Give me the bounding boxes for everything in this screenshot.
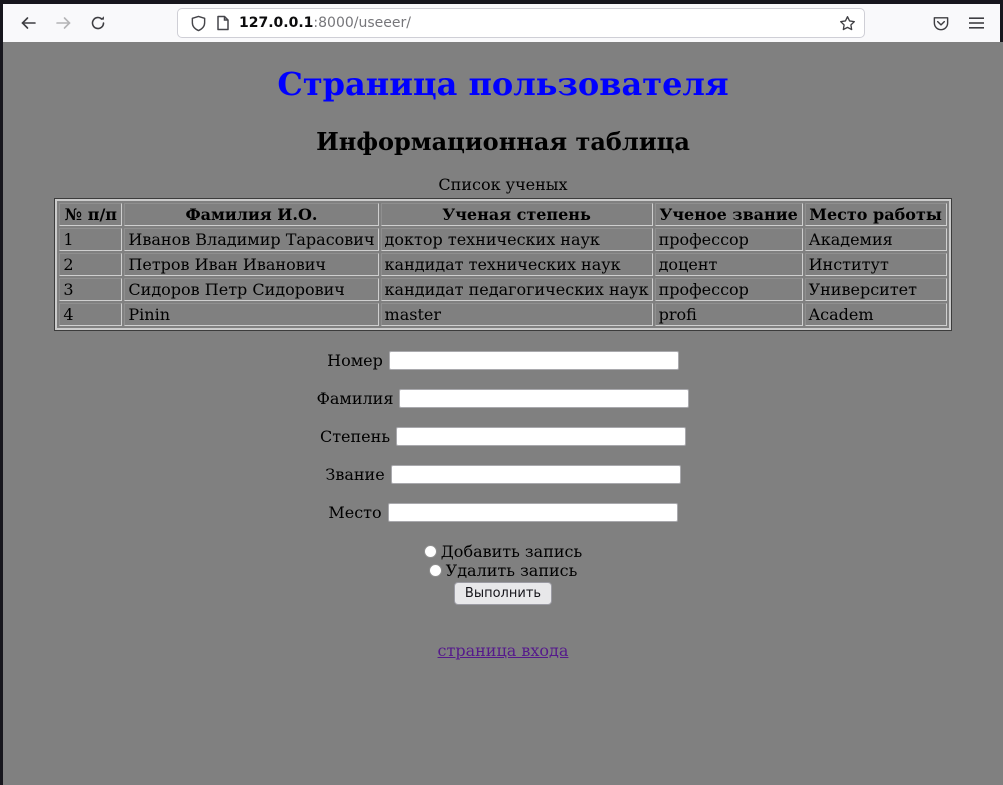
table-header-cell: Ученая степень bbox=[381, 203, 653, 226]
menu-icon[interactable] bbox=[967, 14, 985, 32]
table-cell: Университет bbox=[805, 278, 947, 301]
add-record-radio[interactable] bbox=[424, 545, 437, 558]
table-cell: 1 bbox=[59, 228, 122, 251]
rank-label: Звание bbox=[325, 465, 384, 484]
shield-icon[interactable] bbox=[190, 15, 207, 32]
scientists-table: № п/п Фамилия И.О. Ученая степень Ученое… bbox=[55, 199, 950, 330]
table-header-cell: Место работы bbox=[805, 203, 947, 226]
form-row-number: Номер bbox=[3, 351, 1003, 370]
page-subtitle: Информационная таблица bbox=[3, 128, 1003, 156]
table-caption: Список ученых bbox=[3, 175, 1003, 194]
table-cell: Academ bbox=[805, 303, 947, 326]
place-label: Место bbox=[328, 503, 381, 522]
nav-button-group bbox=[3, 14, 177, 32]
table-cell: master bbox=[381, 303, 653, 326]
url-bar[interactable]: 127.0.0.1:8000/useeer/ bbox=[177, 8, 865, 38]
table-header-cell: № п/п bbox=[59, 203, 122, 226]
table-cell: кандидат технических наук bbox=[381, 253, 653, 276]
table-cell: 4 bbox=[59, 303, 122, 326]
number-input[interactable] bbox=[389, 351, 679, 370]
table-row: 1 Иванов Владимир Тарасович доктор техни… bbox=[59, 228, 946, 251]
table-header-cell: Ученое звание bbox=[655, 203, 803, 226]
table-cell: Иванов Владимир Тарасович bbox=[124, 228, 378, 251]
record-form: Номер Фамилия Степень Звание Место Добав… bbox=[3, 351, 1003, 605]
table-cell: Сидоров Петр Сидорович bbox=[124, 278, 378, 301]
table-header-row: № п/п Фамилия И.О. Ученая степень Ученое… bbox=[59, 203, 946, 226]
surname-label: Фамилия bbox=[317, 389, 394, 408]
surname-input[interactable] bbox=[399, 389, 689, 408]
form-row-place: Место bbox=[3, 503, 1003, 522]
table-cell: Академия bbox=[805, 228, 947, 251]
form-row-degree: Степень bbox=[3, 427, 1003, 446]
radio-row-add: Добавить запись bbox=[3, 542, 1003, 561]
url-domain: 127.0.0.1 bbox=[239, 15, 313, 31]
table-row: 2 Петров Иван Иванович кандидат техничес… bbox=[59, 253, 946, 276]
table-cell: доктор технических наук bbox=[381, 228, 653, 251]
rank-input[interactable] bbox=[391, 465, 681, 484]
url-text: 127.0.0.1:8000/useeer/ bbox=[239, 15, 829, 31]
page-info-icon[interactable] bbox=[216, 15, 230, 31]
back-icon[interactable] bbox=[19, 14, 37, 32]
table-cell: доцент bbox=[655, 253, 803, 276]
table-cell: 2 bbox=[59, 253, 122, 276]
scientists-table-wrapper: № п/п Фамилия И.О. Ученая степень Ученое… bbox=[54, 198, 951, 331]
place-input[interactable] bbox=[388, 503, 678, 522]
table-header-cell: Фамилия И.О. bbox=[124, 203, 378, 226]
page-content: Страница пользователя Информационная таб… bbox=[3, 42, 1003, 785]
table-cell: Институт bbox=[805, 253, 947, 276]
delete-record-label: Удалить запись bbox=[446, 561, 578, 580]
table-cell: Петров Иван Иванович bbox=[124, 253, 378, 276]
form-row-rank: Звание bbox=[3, 465, 1003, 484]
degree-input[interactable] bbox=[396, 427, 686, 446]
degree-label: Степень bbox=[320, 427, 390, 446]
login-page-link[interactable]: страница входа bbox=[438, 641, 569, 660]
table-cell: Pinin bbox=[124, 303, 378, 326]
pocket-icon[interactable] bbox=[932, 14, 950, 32]
table-cell: профессор bbox=[655, 278, 803, 301]
number-label: Номер bbox=[327, 351, 383, 370]
radio-row-delete: Удалить запись bbox=[3, 561, 1003, 580]
table-cell: 3 bbox=[59, 278, 122, 301]
page-title: Страница пользователя bbox=[3, 65, 1003, 103]
form-row-surname: Фамилия bbox=[3, 389, 1003, 408]
table-cell: кандидат педагогических наук bbox=[381, 278, 653, 301]
forward-icon[interactable] bbox=[54, 14, 72, 32]
table-row: 4 Pinin master profi Academ bbox=[59, 303, 946, 326]
table-row: 3 Сидоров Петр Сидорович кандидат педаго… bbox=[59, 278, 946, 301]
add-record-label: Добавить запись bbox=[441, 542, 582, 561]
delete-record-radio[interactable] bbox=[429, 564, 442, 577]
reload-icon[interactable] bbox=[89, 14, 107, 32]
bookmark-star-icon[interactable] bbox=[838, 14, 856, 32]
browser-toolbar: 127.0.0.1:8000/useeer/ bbox=[3, 4, 1000, 42]
url-path: :8000/useeer/ bbox=[313, 15, 411, 31]
table-cell: профессор bbox=[655, 228, 803, 251]
action-radio-group: Добавить запись Удалить запись bbox=[3, 542, 1003, 580]
toolbar-right-icons bbox=[932, 14, 1000, 32]
table-cell: profi bbox=[655, 303, 803, 326]
execute-button[interactable]: Выполнить bbox=[454, 582, 552, 605]
